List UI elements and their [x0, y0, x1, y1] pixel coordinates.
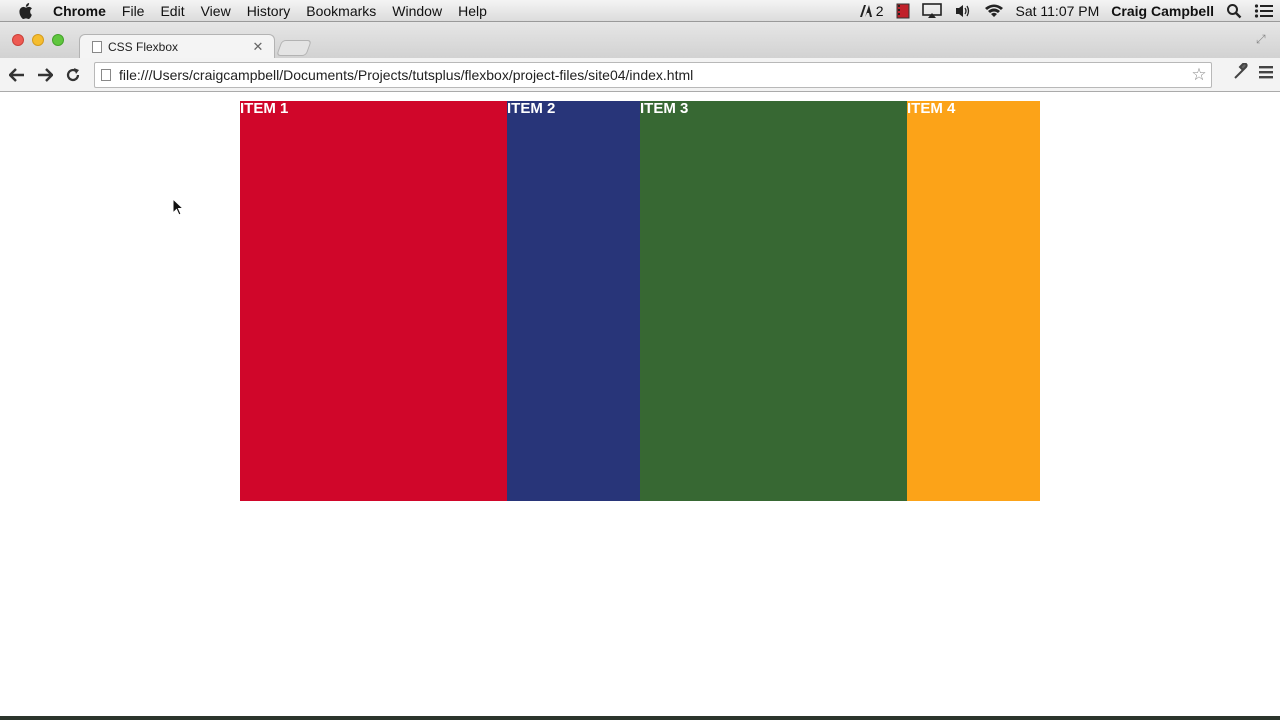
- flex-item-3: ITEM 3: [640, 101, 907, 501]
- menu-view[interactable]: View: [193, 0, 239, 22]
- menu-bookmarks[interactable]: Bookmarks: [298, 0, 384, 22]
- reload-icon: [66, 67, 80, 81]
- recording-icon[interactable]: [890, 0, 916, 22]
- apple-menu-icon[interactable]: [19, 2, 37, 20]
- window-close-button[interactable]: [12, 34, 24, 46]
- window-minimize-button[interactable]: [32, 34, 44, 46]
- tab-close-icon[interactable]: ✕: [250, 39, 266, 55]
- tab-css-flexbox[interactable]: CSS Flexbox ✕: [79, 34, 275, 58]
- url-text[interactable]: file:///Users/craigcampbell/Documents/Pr…: [119, 67, 1187, 83]
- menu-file[interactable]: File: [114, 0, 153, 22]
- menu-help[interactable]: Help: [450, 0, 495, 22]
- back-arrow-icon: [9, 67, 24, 82]
- spotlight-search-icon[interactable]: [1220, 0, 1248, 22]
- menu-history[interactable]: History: [239, 0, 299, 22]
- user-name[interactable]: Craig Campbell: [1105, 0, 1220, 22]
- chrome-menu-icon[interactable]: [1258, 64, 1274, 80]
- volume-icon[interactable]: [948, 0, 978, 22]
- flex-container: ITEM 1 ITEM 2 ITEM 3 ITEM 4: [240, 101, 1040, 501]
- back-button[interactable]: [3, 61, 31, 89]
- page-content: ITEM 1 ITEM 2 ITEM 3 ITEM 4: [0, 93, 1280, 716]
- menu-edit[interactable]: Edit: [152, 0, 192, 22]
- reload-button[interactable]: [59, 61, 87, 89]
- notification-center-icon[interactable]: [1248, 0, 1280, 22]
- adobe-status-item[interactable]: 2: [853, 0, 890, 22]
- adobe-count: 2: [875, 2, 884, 19]
- desktop-edge: [0, 716, 1280, 720]
- airplay-icon[interactable]: [916, 0, 948, 22]
- browser-toolbar: file:///Users/craigcampbell/Documents/Pr…: [0, 58, 1280, 92]
- menubar: Chrome File Edit View History Bookmarks …: [0, 0, 1280, 22]
- fullscreen-icon[interactable]: ⤢: [1256, 32, 1270, 46]
- window-zoom-button[interactable]: [52, 34, 64, 46]
- forward-button[interactable]: [31, 61, 59, 89]
- new-tab-button[interactable]: [276, 40, 312, 56]
- browser-window: CSS Flexbox ✕ ⤢ file:///Users/craigcampb…: [0, 22, 1280, 716]
- adobe-icon: [859, 4, 872, 17]
- forward-arrow-icon: [38, 67, 53, 82]
- menu-window[interactable]: Window: [384, 0, 450, 22]
- bookmark-star-icon[interactable]: ☆: [1187, 65, 1211, 85]
- eyedropper-extension-icon[interactable]: [1232, 63, 1250, 81]
- tab-title: CSS Flexbox: [108, 39, 179, 54]
- clock[interactable]: Sat 11:07 PM: [1010, 0, 1106, 22]
- page-icon: [101, 69, 111, 81]
- mouse-cursor-icon: [172, 197, 185, 221]
- tab-strip: CSS Flexbox ✕ ⤢: [0, 22, 1280, 58]
- wifi-icon[interactable]: [978, 0, 1010, 22]
- flex-item-1: ITEM 1: [240, 101, 507, 501]
- menu-app-name[interactable]: Chrome: [53, 0, 114, 22]
- flex-item-4: ITEM 4: [907, 101, 1040, 501]
- page-icon: [92, 40, 102, 53]
- flex-item-2: ITEM 2: [507, 101, 640, 501]
- address-bar[interactable]: file:///Users/craigcampbell/Documents/Pr…: [94, 62, 1212, 88]
